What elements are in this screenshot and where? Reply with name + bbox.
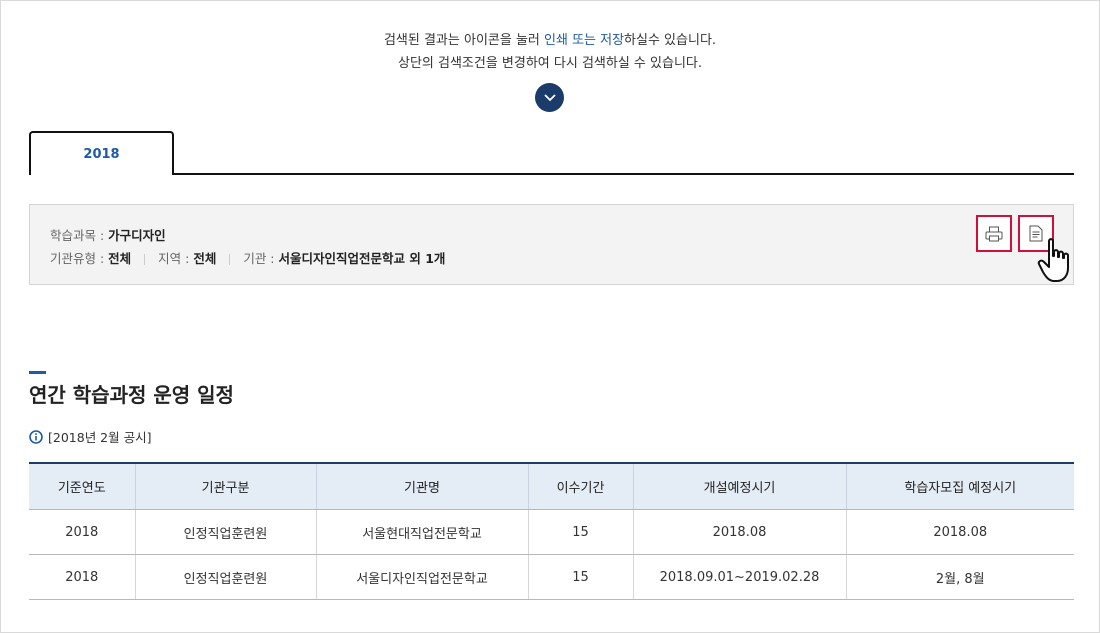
org-type-value: 전체 — [108, 251, 132, 266]
printer-icon — [985, 226, 1003, 241]
section-title: 연간 학습과정 운영 일정 — [29, 383, 234, 407]
col-year: 기준연도 — [29, 462, 135, 510]
org-type-label: 기관유형 : — [50, 251, 109, 266]
chevron-down-icon — [543, 93, 556, 101]
schedule-table: 기준연도 기관구분 기관명 이수기간 개설예정시기 학습자모집 예정시기 201… — [29, 462, 1074, 600]
col-open-period: 개설예정시기 — [632, 462, 846, 510]
org-label: 기관 : — [243, 251, 279, 266]
table-header-row: 기준연도 기관구분 기관명 이수기간 개설예정시기 학습자모집 예정시기 — [29, 462, 1074, 510]
print-button[interactable] — [976, 215, 1012, 252]
info-icon — [29, 429, 43, 444]
search-toggle-button[interactable] — [535, 83, 564, 112]
summary-filters: 기관유형 : 전체 지역 : 전체 기관 : 서울디자인직업전문학교 외 1개 — [50, 248, 445, 267]
col-org-type: 기관구분 — [134, 462, 316, 510]
cell-open-period: 2018.08 — [632, 509, 846, 555]
hand-pointer-icon — [1037, 238, 1069, 282]
cell-recruit-period: 2월, 8월 — [845, 554, 1074, 600]
org-value: 서울디자인직업전문학교 외 1개 — [278, 251, 446, 266]
col-duration: 이수기간 — [527, 462, 633, 510]
title-accent-bar — [29, 371, 46, 374]
col-org-name: 기관명 — [315, 462, 528, 510]
region-label: 지역 : — [158, 251, 194, 266]
search-summary-box: 학습과목 : 가구디자인 기관유형 : 전체 지역 : 전체 기관 : 서울디자… — [29, 204, 1074, 285]
cell-duration: 15 — [527, 509, 633, 555]
cell-duration: 15 — [527, 554, 633, 600]
publish-notice: [2018년 2월 공시] — [29, 427, 151, 446]
notice-highlight: 인쇄 또는 저장 — [544, 33, 625, 48]
tab-year[interactable]: 2018 — [29, 131, 174, 175]
course-value: 가구디자인 — [108, 228, 166, 243]
cell-org-name: 서울디자인직업전문학교 — [315, 554, 528, 600]
notice-text-end: 하실수 있습니다. — [624, 33, 717, 48]
cell-recruit-period: 2018.08 — [845, 509, 1074, 555]
summary-course: 학습과목 : 가구디자인 — [50, 225, 166, 244]
cell-year: 2018 — [29, 554, 135, 600]
cell-org-type: 인정직업훈련원 — [134, 554, 316, 600]
course-label: 학습과목 : — [50, 228, 109, 243]
table-row: 2018 인정직업훈련원 서울현대직업전문학교 15 2018.08 2018.… — [29, 509, 1074, 555]
publish-notice-text: [2018년 2월 공시] — [48, 430, 152, 445]
cell-org-name: 서울현대직업전문학교 — [315, 509, 528, 555]
cell-year: 2018 — [29, 509, 135, 555]
notice-text: 검색된 결과는 아이콘을 눌러 — [383, 33, 545, 48]
cell-org-type: 인정직업훈련원 — [134, 509, 316, 555]
cell-open-period: 2018.09.01~2019.02.28 — [632, 554, 846, 600]
notice-line-2: 상단의 검색조건을 변경하여 다시 검색하실 수 있습니다. — [397, 56, 702, 71]
region-value: 전체 — [193, 251, 217, 266]
tab-underline — [174, 173, 1074, 175]
divider — [144, 254, 146, 265]
notice-line-1: 검색된 결과는 아이콘을 눌러 인쇄 또는 저장하실수 있습니다. — [0, 29, 1100, 48]
col-recruit-period: 학습자모집 예정시기 — [845, 462, 1074, 510]
table-row: 2018 인정직업훈련원 서울디자인직업전문학교 15 2018.09.01~2… — [29, 554, 1074, 600]
divider — [229, 254, 231, 265]
